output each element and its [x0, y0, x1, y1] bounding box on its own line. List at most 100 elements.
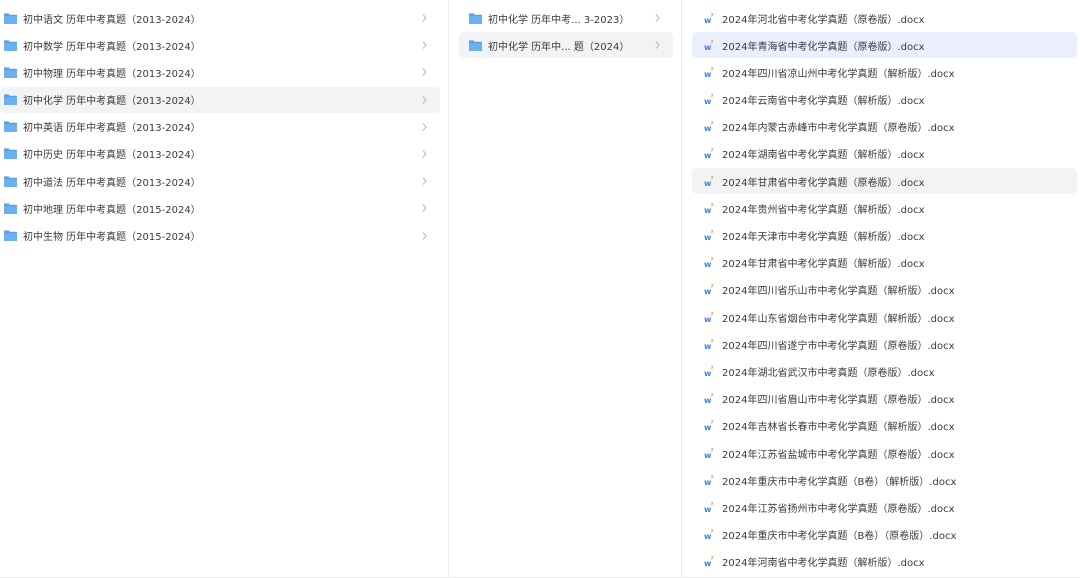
folder-label: 初中化学 历年中考... 3-2023） [488, 14, 630, 26]
folder-row[interactable]: 初中生物 历年中考真题（2015-2024） [0, 223, 440, 249]
files-list: w 2024年河北省中考化学真题（原卷版）.docx w 2024年青海省中考化学真题… [682, 0, 1080, 575]
svg-text:w: w [704, 206, 712, 214]
file-name: 2024年江苏省盐城市中考化学真题（原卷版）.docx [722, 449, 955, 461]
chevron-right-icon [422, 14, 427, 22]
folder-row[interactable]: 初中数学 历年中考真题（2013-2024） [0, 32, 440, 58]
chevron-right-icon [422, 231, 427, 240]
file-name: 2024年甘肃省中考化学真题（原卷版）.docx [722, 177, 925, 189]
folder-icon [4, 67, 17, 78]
word-doc-icon: w [704, 148, 714, 159]
svg-text:w: w [704, 315, 712, 323]
folder-row[interactable]: 初中历史 历年中考真题（2013-2024） [0, 141, 440, 167]
folder-row[interactable]: 初中化学 历年中考... 3-2023） [459, 5, 673, 31]
svg-text:w: w [704, 342, 712, 350]
file-row[interactable]: w 2024年天津市中考化学真题（解析版）.docx [692, 223, 1077, 249]
folder-row[interactable]: 初中语文 历年中考真题（2013-2024） [0, 5, 440, 31]
folder-row-active[interactable]: 初中化学 历年中... 题（2024） [459, 32, 673, 59]
file-row[interactable]: w 2024年重庆市中考化学真题（B卷）（解析版）.docx [692, 467, 1077, 493]
folder-icon [4, 230, 17, 241]
subjects-list: 初中语文 历年中考真题（2013-2024） 初中数学 历年中考真题（2013-… [0, 0, 448, 249]
folder-row[interactable]: 初中英语 历年中考真题（2013-2024） [0, 114, 440, 140]
chevron-right-icon [422, 41, 427, 50]
svg-text:w: w [704, 233, 712, 241]
svg-text:w: w [704, 396, 712, 404]
file-name: 2024年重庆市中考化学真题（B卷）（解析版）.docx [722, 476, 957, 488]
file-row[interactable]: w 2024年四川省眉山市中考化学真题（原卷版）.docx [692, 386, 1077, 412]
file-row[interactable]: w 2024年河南省中考化学真题（解析版）.docx [692, 549, 1077, 575]
file-row[interactable]: w 2024年青海省中考化学真题（原卷版）.docx [692, 32, 1077, 59]
file-name: 2024年云南省中考化学真题（解析版）.docx [722, 96, 925, 108]
folder-label: 初中化学 历年中考真题（2013-2024） [23, 96, 201, 108]
svg-text:w: w [704, 287, 712, 295]
file-row[interactable]: w 2024年吉林省长春市中考化学真题（解析版）.docx [692, 413, 1077, 439]
file-row[interactable]: w 2024年内蒙古赤峰市中考化学真题（原卷版）.docx [692, 114, 1077, 140]
svg-text:w: w [704, 505, 712, 513]
word-doc-icon: w [704, 121, 714, 132]
word-doc-icon: w [704, 12, 714, 24]
chevron-right-icon [422, 150, 427, 158]
svg-text:w: w [704, 97, 712, 105]
file-row[interactable]: w 2024年山东省烟台市中考化学真题（解析版）.docx [692, 304, 1077, 330]
word-doc-icon: w [704, 339, 714, 350]
svg-text:w: w [704, 423, 712, 431]
folder-label: 初中语文 历年中考真题（2013-2024） [23, 14, 201, 26]
folder-icon [4, 121, 17, 133]
folder-row[interactable]: 初中地理 历年中考真题（2015-2024） [0, 195, 440, 221]
file-row[interactable]: w 2024年四川省乐山市中考化学真题（解析版）.docx [692, 277, 1077, 303]
folder-row-active[interactable]: 初中化学 历年中考真题（2013-2024） [0, 86, 440, 113]
files-column[interactable]: w 2024年河北省中考化学真题（原卷版）.docx w 2024年青海省中考化学真题… [682, 0, 1080, 578]
file-row[interactable]: w 2024年湖南省中考化学真题（解析版）.docx [692, 141, 1077, 167]
svg-text:w: w [704, 124, 712, 132]
svg-text:w: w [704, 369, 712, 377]
folder-label: 初中地理 历年中考真题（2015-2024） [23, 204, 201, 216]
file-row[interactable]: w 2024年云南省中考化学真题（解析版）.docx [692, 87, 1077, 113]
file-name: 2024年四川省乐山市中考化学真题（解析版）.docx [722, 286, 955, 298]
folder-label: 初中英语 历年中考真题（2013-2024） [23, 123, 201, 135]
file-name: 2024年四川省眉山市中考化学真题（原卷版）.docx [722, 395, 955, 407]
years-column[interactable]: 初中化学 历年中考... 3-2023） 初中化学 历年中... 题（2024） [449, 0, 682, 578]
file-name: 2024年四川省遂宁市中考化学真题（原卷版）.docx [722, 340, 955, 352]
folder-label: 初中生物 历年中考真题（2015-2024） [23, 232, 201, 243]
file-row[interactable]: w 2024年江苏省盐城市中考化学真题（原卷版）.docx [692, 440, 1077, 466]
folder-icon [4, 176, 17, 187]
file-row[interactable]: w 2024年贵州省中考化学真题（解析版）.docx [692, 195, 1077, 221]
file-column-browser: 初中语文 历年中考真题（2013-2024） 初中数学 历年中考真题（2013-… [0, 0, 1080, 578]
file-name: 2024年重庆市中考化学真题（B卷）（原卷版）.docx [722, 531, 957, 543]
file-row[interactable]: w 2024年四川省凉山州中考化学真题（解析版）.docx [692, 59, 1077, 85]
file-name: 2024年四川省凉山州中考化学真题（解析版）.docx [722, 68, 955, 80]
svg-text:w: w [704, 43, 712, 51]
file-name: 2024年湖北省武汉市中考真题（原卷版）.docx [722, 367, 935, 379]
folder-row[interactable]: 初中道法 历年中考真题（2013-2024） [0, 168, 440, 194]
file-row[interactable]: w 2024年湖北省武汉市中考真题（原卷版）.docx [692, 358, 1077, 384]
folder-icon [469, 12, 482, 24]
chevron-right-icon [655, 14, 660, 22]
word-doc-icon: w [704, 502, 714, 513]
file-name: 2024年湖南省中考化学真题（解析版）.docx [722, 150, 925, 162]
file-row[interactable]: w 2024年重庆市中考化学真题（B卷）（原卷版）.docx [692, 522, 1077, 548]
word-doc-icon: w [704, 175, 714, 187]
file-name: 2024年吉林省长春市中考化学真题（解析版）.docx [722, 422, 955, 434]
word-doc-icon: w [704, 529, 714, 540]
file-row[interactable]: w 2024年江苏省扬州市中考化学真题（原卷版）.docx [692, 494, 1077, 520]
subjects-column[interactable]: 初中语文 历年中考真题（2013-2024） 初中数学 历年中考真题（2013-… [0, 0, 449, 578]
word-doc-icon: w [704, 39, 714, 51]
folder-icon [4, 148, 17, 160]
svg-text:w: w [704, 559, 712, 567]
folder-icon [4, 94, 17, 106]
file-name: 2024年天津市中考化学真题（解析版）.docx [722, 232, 925, 243]
chevron-right-icon [422, 204, 427, 213]
file-name: 2024年河南省中考化学真题（解析版）.docx [722, 558, 925, 570]
folder-icon [469, 40, 482, 51]
file-row[interactable]: w 2024年河北省中考化学真题（原卷版）.docx [692, 5, 1077, 31]
folder-row[interactable]: 初中物理 历年中考真题（2013-2024） [0, 59, 440, 85]
chevron-right-icon [422, 68, 427, 77]
word-doc-icon: w [704, 67, 714, 78]
svg-text:w: w [704, 179, 712, 187]
file-row[interactable]: w 2024年甘肃省中考化学真题（原卷版）.docx [692, 168, 1077, 195]
file-name: 2024年甘肃省中考化学真题（解析版）.docx [722, 259, 925, 271]
word-doc-icon: w [704, 284, 714, 295]
svg-text:w: w [704, 451, 712, 459]
file-row[interactable]: w 2024年四川省遂宁市中考化学真题（原卷版）.docx [692, 331, 1077, 357]
svg-text:w: w [704, 260, 712, 268]
file-row[interactable]: w 2024年甘肃省中考化学真题（解析版）.docx [692, 250, 1077, 276]
